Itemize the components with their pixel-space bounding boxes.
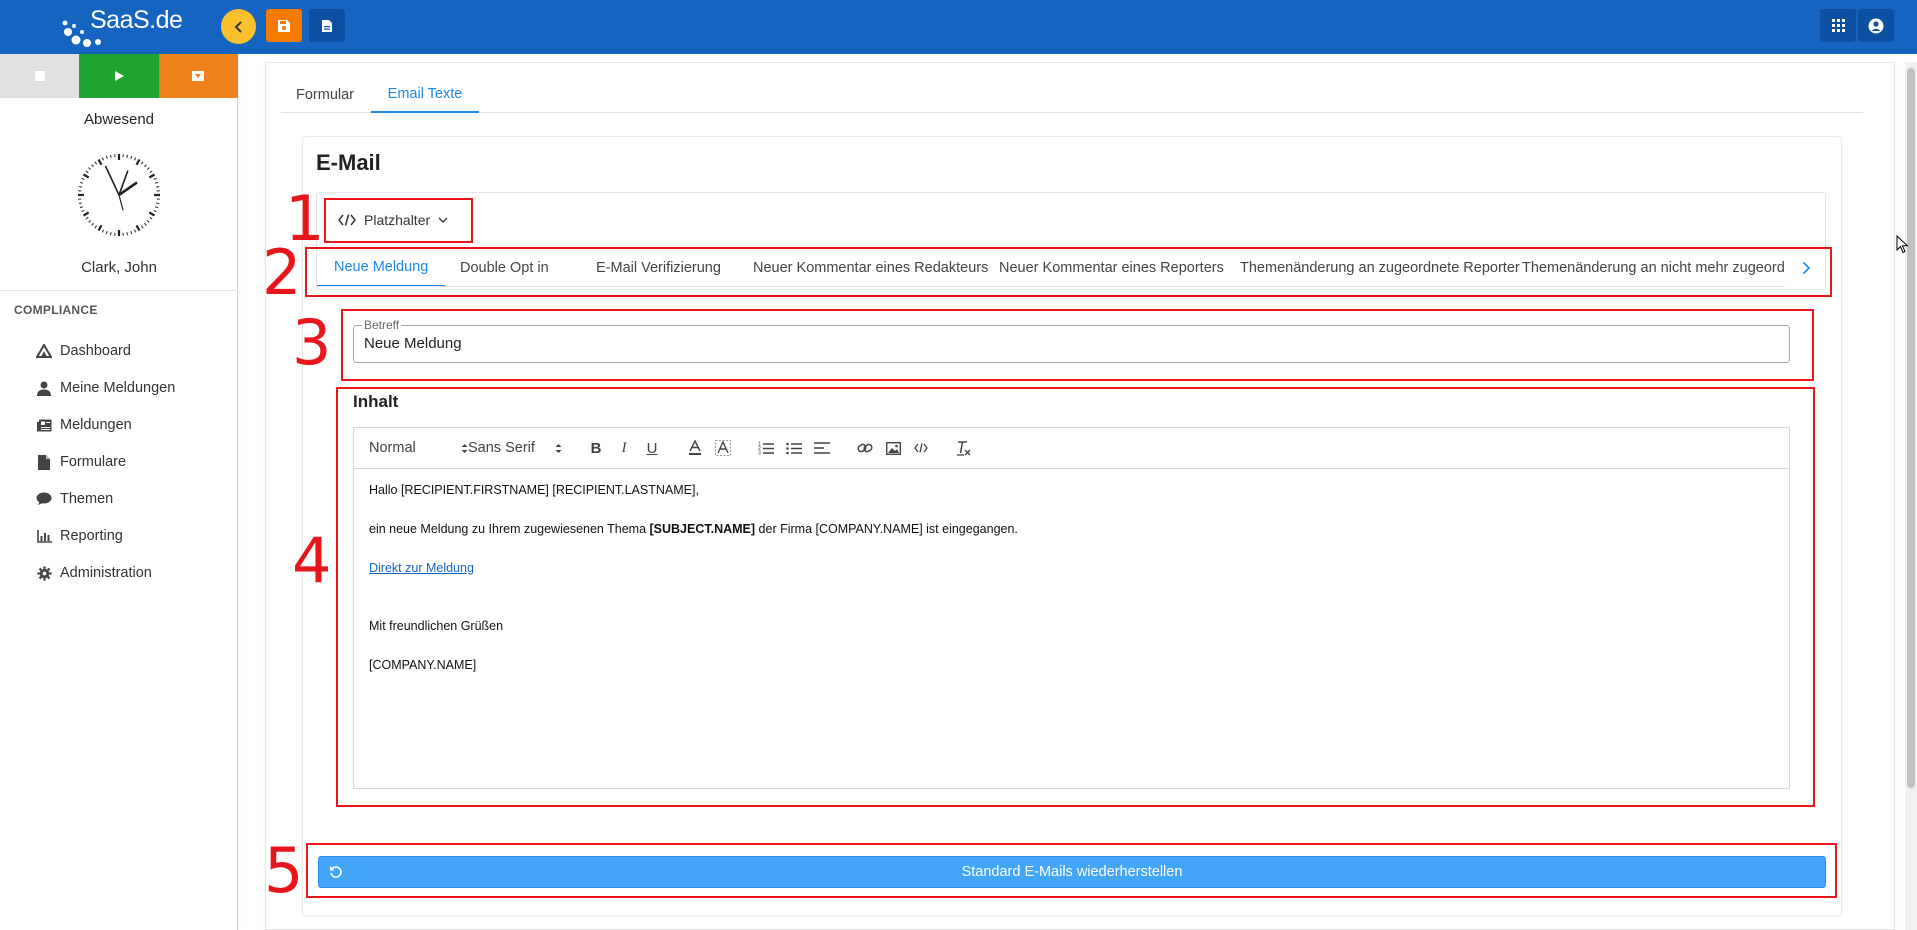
sidebar-item-label: Meldungen bbox=[60, 417, 132, 433]
logo[interactable]: SaaS.de bbox=[60, 4, 185, 48]
newspaper-icon bbox=[36, 417, 52, 433]
comment-icon bbox=[36, 491, 52, 507]
annotation-box-3 bbox=[341, 309, 1814, 381]
annotation-box-2 bbox=[305, 247, 1832, 297]
analog-clock-icon bbox=[78, 154, 160, 236]
sidebar-item-meldungen[interactable]: Meldungen bbox=[36, 412, 132, 438]
chevron-left-icon bbox=[234, 20, 242, 33]
sidebar-item-label: Dashboard bbox=[60, 343, 131, 359]
gear-icon bbox=[36, 565, 52, 581]
status-label: Abwesend bbox=[83, 111, 155, 128]
back-button[interactable] bbox=[221, 9, 256, 44]
stop-icon bbox=[34, 71, 45, 81]
sidebar-item-label: Meine Meldungen bbox=[60, 380, 176, 396]
annotation-box-1 bbox=[324, 198, 473, 243]
sidebar-item-themen[interactable]: Themen bbox=[36, 486, 113, 512]
annotation-box-5 bbox=[306, 843, 1837, 898]
user-name: Clark, John bbox=[81, 259, 157, 276]
section-heading: COMPLIANCE bbox=[14, 303, 98, 317]
document-icon bbox=[322, 19, 332, 32]
mouse-cursor-icon bbox=[1896, 235, 1909, 254]
status-buttons bbox=[0, 54, 238, 98]
sidebar-item-administration[interactable]: Administration bbox=[36, 560, 152, 586]
logo-text: SaaS.de bbox=[90, 6, 183, 34]
sidebar-item-label: Administration bbox=[60, 565, 152, 581]
person-icon bbox=[36, 380, 52, 396]
divider bbox=[0, 290, 238, 291]
pause-icon bbox=[192, 71, 205, 81]
save-button[interactable] bbox=[266, 9, 302, 42]
tab-email-texte[interactable]: Email Texte bbox=[371, 76, 479, 113]
sidebar-item-meine-meldungen[interactable]: Meine Meldungen bbox=[36, 375, 175, 401]
sidebar-item-dashboard[interactable]: Dashboard bbox=[36, 338, 131, 364]
annotation-number-3: 3 bbox=[292, 306, 332, 379]
floppy-disk-icon bbox=[278, 19, 290, 32]
sidebar: Abwesend Clark, John COMPLIANCE Dashboar… bbox=[0, 54, 238, 930]
sidebar-item-label: Formulare bbox=[60, 454, 127, 470]
file-icon bbox=[36, 454, 52, 470]
sidebar-item-label: Themen bbox=[60, 491, 114, 507]
card-title: E-Mail bbox=[316, 150, 381, 175]
tab-formular[interactable]: Formular bbox=[281, 76, 369, 113]
pause-button[interactable] bbox=[158, 54, 238, 98]
annotation-number-5: 5 bbox=[264, 834, 304, 907]
apps-button[interactable] bbox=[1820, 9, 1856, 42]
scrollbar-thumb[interactable] bbox=[1907, 68, 1915, 788]
bar-chart-icon bbox=[36, 528, 52, 544]
play-button[interactable] bbox=[79, 54, 159, 98]
annotation-box-4 bbox=[336, 387, 1815, 807]
annotation-number-2: 2 bbox=[262, 236, 302, 309]
top-bar: SaaS.de bbox=[0, 0, 1917, 54]
page-tabs: Formular Email Texte bbox=[281, 76, 1863, 113]
user-circle-icon bbox=[1868, 18, 1884, 33]
sidebar-item-label: Reporting bbox=[60, 528, 123, 544]
stop-button[interactable] bbox=[0, 54, 80, 98]
document-button[interactable] bbox=[309, 9, 345, 42]
sidebar-item-reporting[interactable]: Reporting bbox=[36, 523, 123, 549]
dashboard-icon bbox=[36, 343, 52, 359]
user-menu-button[interactable] bbox=[1858, 9, 1894, 42]
play-icon bbox=[114, 71, 124, 81]
grid-icon bbox=[1831, 19, 1845, 32]
sidebar-item-formulare[interactable]: Formulare bbox=[36, 449, 126, 475]
annotation-number-4: 4 bbox=[292, 524, 332, 597]
